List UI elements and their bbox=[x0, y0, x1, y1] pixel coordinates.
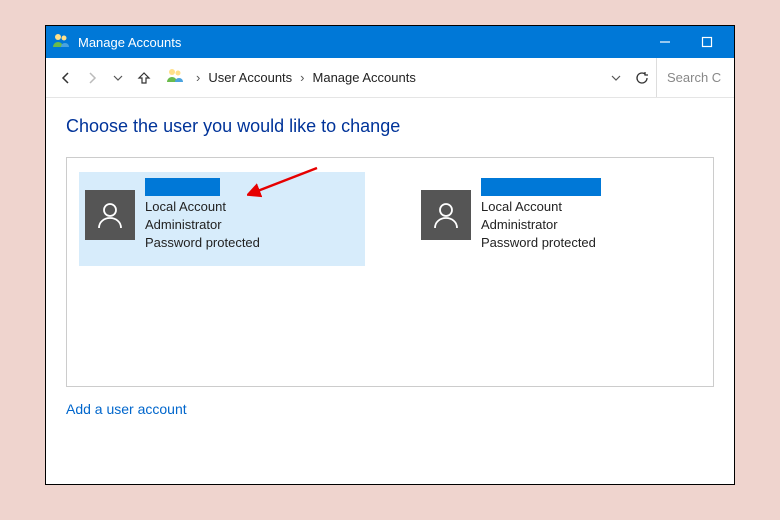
chevron-right-icon: › bbox=[300, 70, 304, 85]
account-type: Local Account bbox=[145, 198, 260, 216]
user-details: Local Account Administrator Password pro… bbox=[145, 178, 260, 260]
users-icon bbox=[52, 32, 70, 53]
account-role: Administrator bbox=[145, 216, 260, 234]
user-name-redacted bbox=[145, 178, 220, 196]
titlebar: Manage Accounts bbox=[46, 26, 734, 58]
add-user-link[interactable]: Add a user account bbox=[66, 401, 714, 417]
avatar bbox=[421, 190, 471, 240]
password-status: Password protected bbox=[481, 234, 601, 252]
user-tile[interactable]: Local Account Administrator Password pro… bbox=[79, 172, 365, 266]
user-tile[interactable]: Local Account Administrator Password pro… bbox=[415, 172, 701, 266]
chevron-right-icon: › bbox=[196, 70, 200, 85]
search-input[interactable]: Search C bbox=[656, 58, 726, 97]
maximize-button[interactable] bbox=[686, 26, 728, 58]
window-title: Manage Accounts bbox=[78, 35, 181, 50]
up-button[interactable] bbox=[132, 66, 156, 90]
user-name-redacted bbox=[481, 178, 601, 196]
account-role: Administrator bbox=[481, 216, 601, 234]
account-type: Local Account bbox=[481, 198, 601, 216]
refresh-button[interactable] bbox=[630, 66, 654, 90]
recent-dropdown-icon[interactable] bbox=[106, 66, 130, 90]
forward-button[interactable] bbox=[80, 66, 104, 90]
back-button[interactable] bbox=[54, 66, 78, 90]
address-dropdown-icon[interactable] bbox=[604, 66, 628, 90]
window: Manage Accounts › bbox=[45, 25, 735, 485]
content-area: Choose the user you would like to change… bbox=[46, 98, 734, 484]
minimize-button[interactable] bbox=[644, 26, 686, 58]
breadcrumb-manage-accounts[interactable]: Manage Accounts bbox=[313, 70, 416, 85]
avatar bbox=[85, 190, 135, 240]
users-location-icon bbox=[166, 67, 184, 88]
users-panel: Local Account Administrator Password pro… bbox=[66, 157, 714, 387]
breadcrumb-user-accounts[interactable]: User Accounts bbox=[208, 70, 292, 85]
user-details: Local Account Administrator Password pro… bbox=[481, 178, 601, 260]
page-title: Choose the user you would like to change bbox=[66, 116, 714, 137]
navbar: › User Accounts › Manage Accounts Search… bbox=[46, 58, 734, 98]
password-status: Password protected bbox=[145, 234, 260, 252]
